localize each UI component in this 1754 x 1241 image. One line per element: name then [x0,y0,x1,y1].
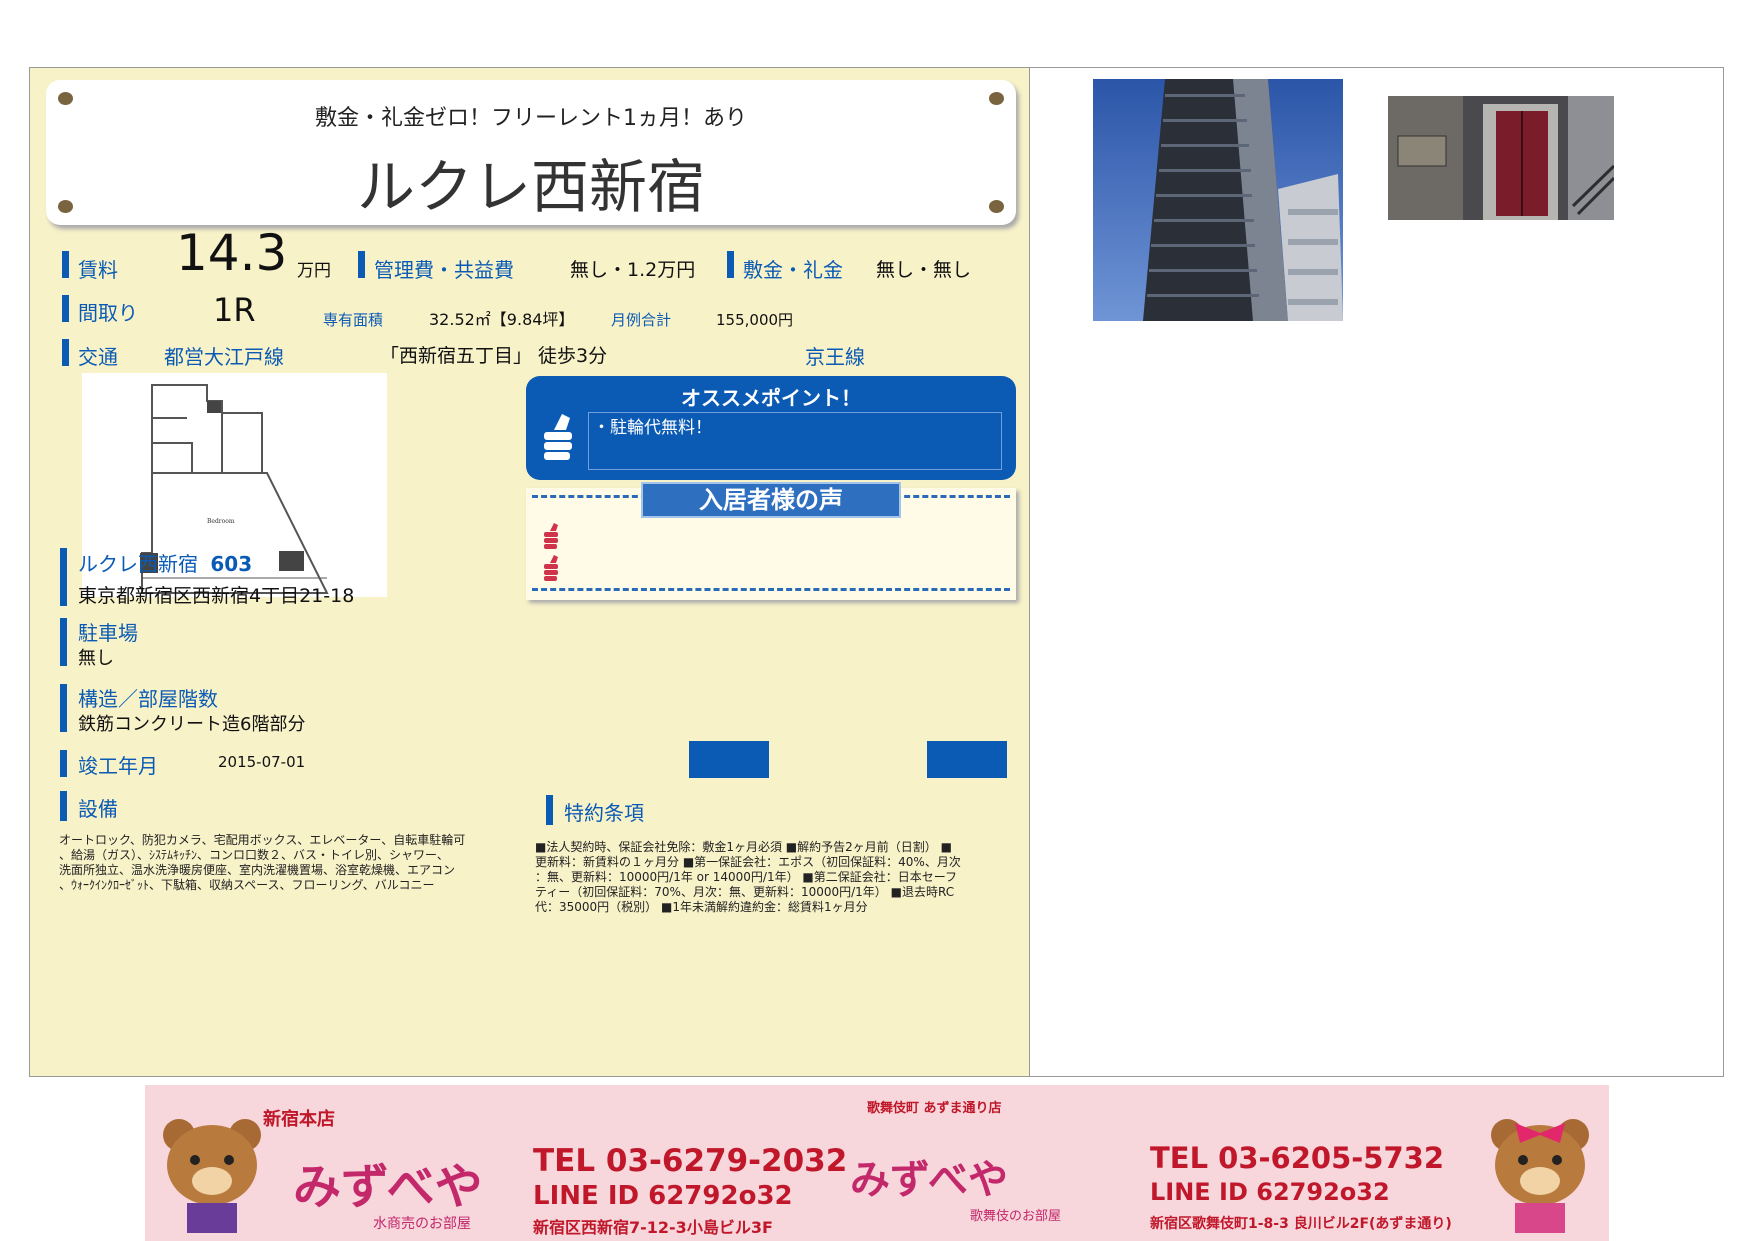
flyer-frame: 敷金・礼金ゼロ！フリーレント1ヵ月！あり ルクレ西新宿 賃料 14.3 万円 管… [29,67,1724,1077]
parking-label: 駐車場 [78,621,138,645]
section-marker [546,795,553,825]
terms-line: ティー（初回保証料：70%、月次：無、更新料：10000円/1年） ■退去時RC [535,885,955,899]
deposit-label: 敷金・礼金 [743,258,843,282]
recommend-text: ・駐輪代無料！ [593,418,712,438]
shop2-brand: みずべや [850,1157,1008,1203]
section-marker [358,251,365,278]
shop1-sub: 水商売のお部屋 [373,1216,471,1232]
equipment-list: オートロック、防犯カメラ、宅配用ボックス、エレベーター、自転車駐輪可 、給湯（ガ… [59,833,509,893]
property-name-line: ルクレ西新宿 603 [78,548,252,577]
terms-label: 特約条項 [564,801,644,825]
layout-value: 1R [213,291,256,329]
equipment-line: 、ｳｫｰｸｲﾝｸﾛｰｾﾞｯﾄ、下駄箱、収納スペース、フローリング、バルコニー [59,878,435,892]
area-value: 32.52㎡【9.84坪】 [429,310,575,329]
rent-label: 賃料 [78,258,118,282]
address: 東京都新宿区西新宿4丁目21-18 [78,585,355,607]
divider [532,588,1010,591]
title-plate: 敷金・礼金ゼロ！フリーレント1ヵ月！あり ルクレ西新宿 [46,80,1016,225]
transport-label: 交通 [78,345,118,369]
equipment-line: オートロック、防犯カメラ、宅配用ボックス、エレベーター、自転車駐輪可 [59,833,466,847]
station-walk: 「西新宿五丁目」 徒歩3分 [380,345,608,367]
terms-line: 代：35000円（税別） ■1年未満解約違約金：総賃料1ヶ月分 [535,900,868,914]
floor-plan-room-label: Bedroom [207,518,235,525]
room-number: 603 [210,552,253,576]
section-marker [60,791,67,821]
area-label: 専有面積 [323,311,384,329]
rent-unit: 万円 [297,261,331,281]
section-marker [60,618,67,666]
thumbs-up-icon [544,414,572,460]
train-line-1: 都営大江戸線 [164,345,284,369]
monthly-total-value: 155,000円 [716,311,794,329]
blue-button[interactable] [927,741,1007,778]
equipment-line: 、給湯（ガス）、ｼｽﾃﾑｷｯﾁﾝ、コンロ口数２、バス・トイレ別、シャワー、 [59,848,449,862]
terms-line: ：無、更新料：10000円/1年 or 14000円/1年） ■第二保証会社：日… [535,870,958,884]
building-photo [1093,79,1343,321]
shop2-tel: TEL 03-6205-5732 [1150,1141,1445,1175]
built-label: 竣工年月 [78,754,158,778]
deposit-value: 無し・無し [876,259,972,281]
bear-mascot-icon [163,1119,261,1233]
section-marker [60,548,67,606]
section-marker [727,251,734,278]
mgmt-fee-value: 無し・1.2万円 [570,259,696,281]
voices-title: 入居者様の声 [641,482,901,518]
section-marker [60,750,67,777]
campaign-subtitle: 敷金・礼金ゼロ！フリーレント1ヵ月！あり [315,106,747,131]
section-marker [62,295,69,322]
built-value: 2015-07-01 [218,753,306,771]
shop2-sub: 歌舞伎のお部屋 [970,1209,1062,1224]
entrance-image [1388,96,1616,220]
thumbs-up-icon [544,555,558,581]
shop1-address: 新宿区西新宿7-12-3小島ビル3F [533,1218,773,1237]
structure-label: 構造／部屋階数 [78,687,218,711]
recommend-content: ・駐輪代無料！ [588,412,1002,470]
shop1-line: LINE ID 62792o32 [533,1181,793,1211]
shop1-brand: みずべや [293,1159,483,1215]
section-marker [60,684,67,732]
rent-value: 14.3 [176,224,288,282]
terms-text: ■法人契約時、保証会社免除：敷金1ヶ月必須 ■解約予告2ヶ月前（日割） ■ 更新… [535,840,1015,915]
shop2-line: LINE ID 62792o32 [1150,1178,1390,1206]
structure-value: 鉄筋コンクリート造6階部分 [78,714,306,735]
shop1-tel: TEL 03-6279-2032 [533,1143,848,1179]
monthly-total-label: 月例合計 [611,311,672,329]
section-marker [62,339,69,366]
shop2-tag: 歌舞伎町 あずま通り店 [867,1101,1002,1116]
entrance-photo [1388,96,1636,236]
resident-voices-box: 入居者様の声 [526,482,1016,600]
blue-button[interactable] [689,741,769,778]
property-panel: 敷金・礼金ゼロ！フリーレント1ヵ月！あり ルクレ西新宿 賃料 14.3 万円 管… [30,68,1030,1076]
property-name: ルクレ西新宿 [78,552,198,576]
shop1-tag: 新宿本店 [263,1109,335,1130]
terms-line: ■法人契約時、保証会社免除：敷金1ヶ月必須 ■解約予告2ヶ月前（日割） ■ [535,840,952,854]
recommend-title: オススメポイント！ [681,386,861,410]
mgmt-fee-label: 管理費・共益費 [374,258,514,282]
agency-banner: 新宿本店 みずべや 水商売のお部屋 TEL 03-6279-2032 LINE … [145,1085,1609,1241]
shop2-address: 新宿区歌舞伎町1-8-3 良川ビル2F(あずま通り) [1150,1216,1452,1232]
terms-line: 更新料：新賃料の１ヶ月分 ■第一保証会社：エポス（初回保証料：40%、月次 [535,855,961,869]
property-title: ルクレ西新宿 [356,153,705,221]
bear-mascot-icon [1491,1119,1589,1233]
thumbs-up-icon [544,523,558,549]
equipment-line: 洗面所独立、温水洗浄暖房便座、室内洗濯機置場、浴室乾燥機、エアコン [59,863,456,877]
layout-label: 間取り [78,301,138,325]
train-line-2: 京王線 [805,345,865,369]
section-marker [62,251,69,278]
building-exterior-photo [1093,79,1358,331]
equipment-label: 設備 [78,797,118,821]
recommend-box: オススメポイント！ ・駐輪代無料！ [526,376,1016,480]
parking-value: 無し [78,648,114,669]
